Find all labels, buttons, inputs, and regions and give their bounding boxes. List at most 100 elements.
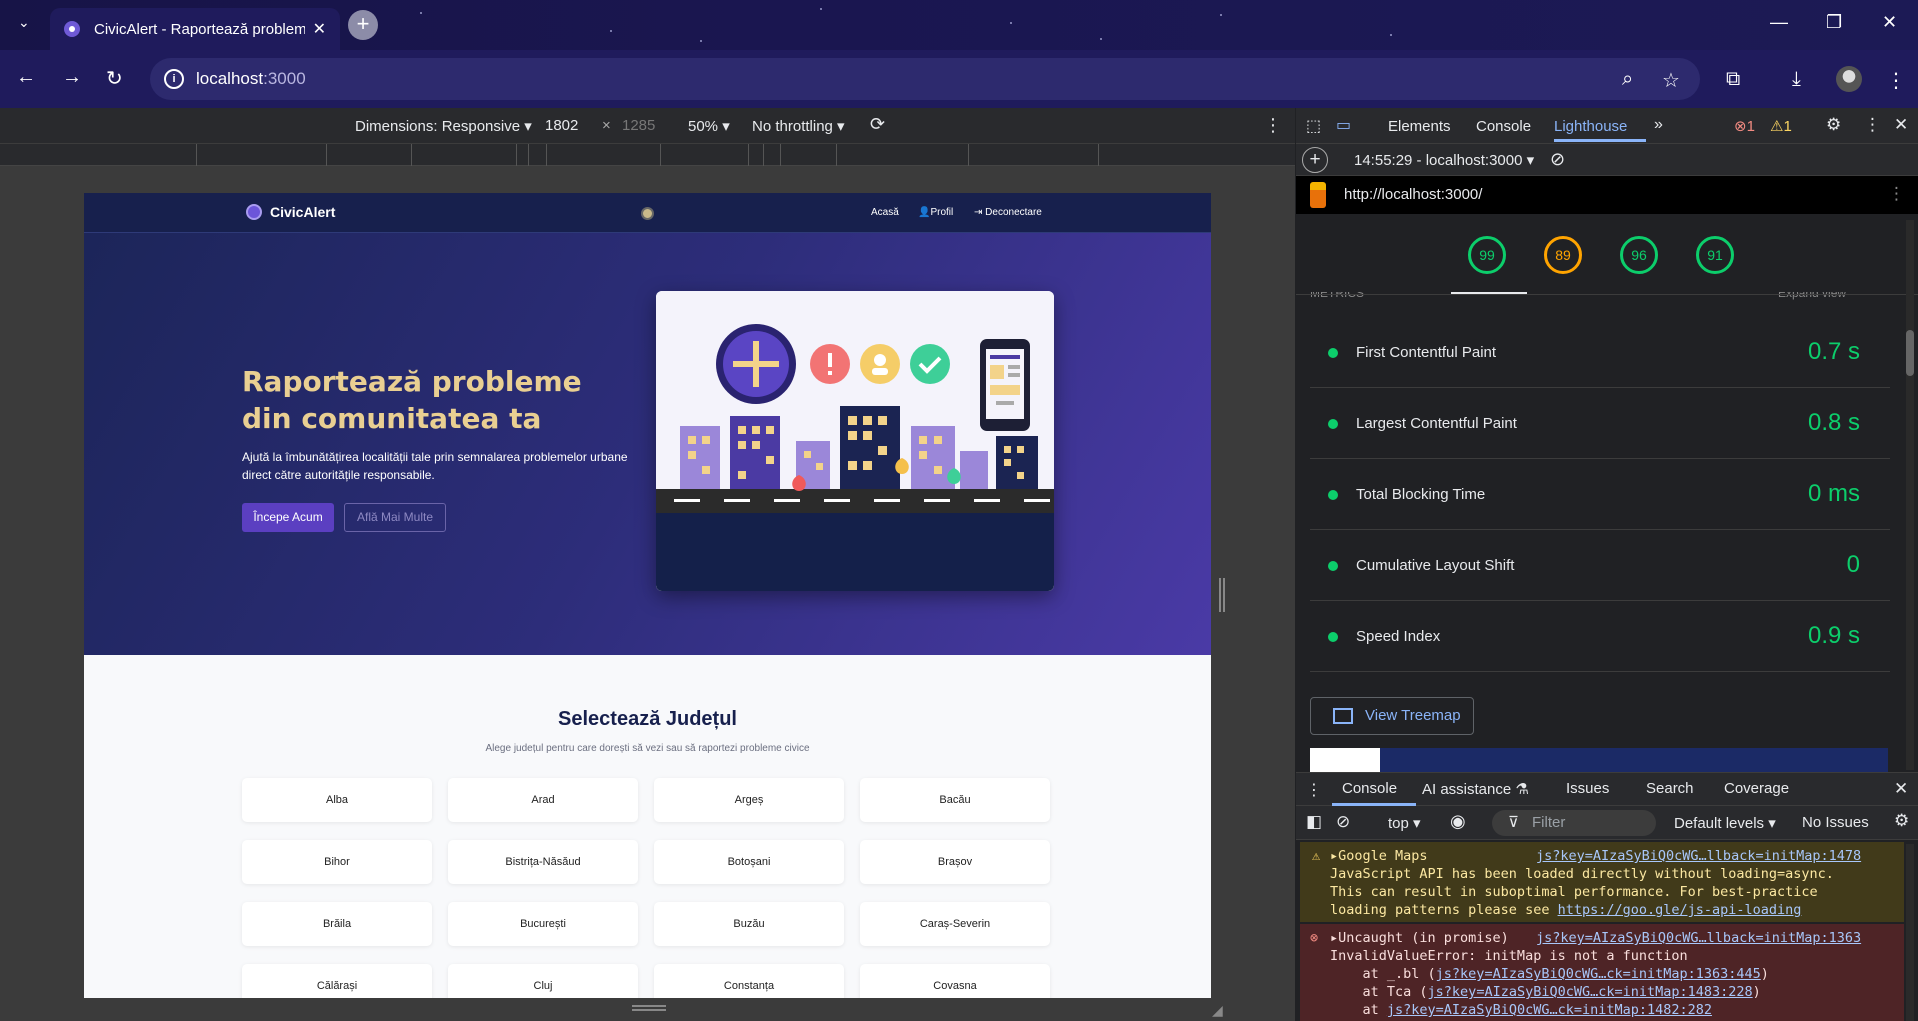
drawer-tab-coverage[interactable]: Coverage: [1724, 780, 1789, 797]
tab-close-icon[interactable]: ✕: [313, 19, 326, 39]
close-drawer-icon[interactable]: ✕: [1894, 779, 1908, 799]
tab-console[interactable]: Console: [1476, 118, 1531, 135]
metric-row[interactable]: First Contentful Paint 0.7 s: [1310, 318, 1890, 388]
devtools-menu-icon[interactable]: ⋮: [1864, 115, 1881, 135]
corner-resize-icon[interactable]: ◢: [1212, 1002, 1223, 1019]
drawer-tab-issues[interactable]: Issues: [1566, 780, 1609, 797]
width-input[interactable]: 1802: [545, 117, 578, 134]
media-query-ruler[interactable]: [0, 144, 1295, 166]
score-gauge-best-practices[interactable]: 96: [1620, 236, 1658, 274]
error-source-link[interactable]: js?key=AIzaSyBiQ0cWG…llback=initMap:1363: [1536, 930, 1861, 946]
reload-icon[interactable]: ↻: [106, 66, 123, 91]
extensions-icon[interactable]: ⧉: [1726, 68, 1740, 91]
view-treemap-button[interactable]: View Treemap: [1310, 697, 1474, 735]
tab-lighthouse[interactable]: Lighthouse: [1554, 118, 1627, 135]
scrollbar-thumb[interactable]: [1906, 330, 1914, 376]
drawer-menu-icon[interactable]: ⋮: [1306, 780, 1322, 800]
audited-url[interactable]: http://localhost:3000/: [1344, 186, 1482, 203]
restore-icon[interactable]: ❐: [1826, 12, 1842, 33]
expand-view-toggle[interactable]: Expand view: [1778, 292, 1846, 300]
browser-tab[interactable]: CivicAlert - Raportează probleme ✕: [50, 8, 340, 50]
minimize-icon[interactable]: —: [1770, 12, 1788, 33]
warning-count[interactable]: ⚠1: [1770, 117, 1792, 135]
clear-reports-icon[interactable]: ⊘: [1550, 149, 1565, 170]
county-card[interactable]: Botoșani: [654, 840, 844, 884]
score-gauge-accessibility[interactable]: 89: [1544, 236, 1582, 274]
close-devtools-icon[interactable]: ✕: [1894, 115, 1908, 135]
error-count[interactable]: ⊗1: [1734, 117, 1755, 135]
eye-icon[interactable]: ◉: [1450, 811, 1466, 832]
stack-frame-2-link[interactable]: js?key=AIzaSyBiQ0cWG…ck=initMap:1483:228: [1428, 984, 1753, 1000]
county-card[interactable]: Bistrița-Năsăud: [448, 840, 638, 884]
start-now-button[interactable]: Începe Acum: [242, 503, 334, 532]
metric-row[interactable]: Largest Contentful Paint 0.8 s: [1310, 389, 1890, 459]
site-info-icon[interactable]: i: [164, 69, 184, 89]
county-card[interactable]: Covasna: [860, 964, 1050, 998]
county-card[interactable]: Buzău: [654, 902, 844, 946]
county-card[interactable]: Caraș-Severin: [860, 902, 1050, 946]
report-select[interactable]: 14:55:29 - localhost:3000 ▾: [1354, 151, 1534, 169]
nav-logout[interactable]: ⇥ Deconectare: [974, 207, 1042, 218]
issues-count[interactable]: No Issues: [1802, 814, 1869, 831]
clear-console-icon[interactable]: ⊘: [1336, 812, 1350, 832]
browser-menu-icon[interactable]: ⋮: [1886, 68, 1906, 93]
forward-icon[interactable]: →: [62, 66, 82, 89]
tab-search-icon[interactable]: ⌄: [18, 14, 30, 31]
back-icon[interactable]: ←: [16, 66, 36, 89]
county-card[interactable]: Constanța: [654, 964, 844, 998]
viewport-resize-handle-bottom[interactable]: [632, 1005, 666, 1011]
tab-elements[interactable]: Elements: [1388, 118, 1451, 135]
download-icon[interactable]: ⤓: [1792, 68, 1801, 91]
throttling-select[interactable]: No throttling ▾: [752, 117, 845, 135]
zoom-icon[interactable]: ⌕: [1622, 68, 1633, 91]
county-card[interactable]: Brăila: [242, 902, 432, 946]
log-levels-select[interactable]: Default levels ▾: [1674, 814, 1776, 832]
metric-row[interactable]: Speed Index 0.9 s: [1310, 602, 1890, 672]
device-toggle-icon[interactable]: ▭: [1336, 115, 1351, 135]
inspect-element-icon[interactable]: ⬚: [1306, 116, 1321, 136]
county-card[interactable]: Bihor: [242, 840, 432, 884]
console-error[interactable]: ⊗ ▸Uncaught (in promise) js?key=AIzaSyBi…: [1300, 924, 1904, 1021]
county-card[interactable]: Alba: [242, 778, 432, 822]
height-input[interactable]: 1285: [622, 117, 655, 134]
new-report-icon[interactable]: +: [1302, 147, 1328, 173]
county-card[interactable]: Cluj: [448, 964, 638, 998]
stack-frame-3-link[interactable]: js?key=AIzaSyBiQ0cWG…ck=initMap:1482:282: [1387, 1002, 1712, 1018]
rotate-icon[interactable]: ⟳: [870, 114, 885, 135]
viewport-resize-handle-right[interactable]: [1219, 578, 1225, 612]
url-text[interactable]: localhost:3000: [196, 69, 306, 89]
console-warning[interactable]: ⚠ ▸Google Maps js?key=AIzaSyBiQ0cWG…llba…: [1300, 842, 1904, 922]
device-more-icon[interactable]: ⋮: [1264, 115, 1282, 136]
nav-home[interactable]: Acasă: [871, 207, 899, 218]
warning-docs-link[interactable]: https://goo.gle/js-api-loading: [1558, 902, 1802, 918]
nav-profile[interactable]: 👤Profil: [918, 207, 953, 218]
sidebar-toggle-icon[interactable]: ◧: [1306, 812, 1322, 832]
county-card[interactable]: Bacău: [860, 778, 1050, 822]
close-window-icon[interactable]: ✕: [1882, 12, 1897, 33]
metric-row[interactable]: Total Blocking Time 0 ms: [1310, 460, 1890, 530]
more-tabs-icon[interactable]: »: [1654, 116, 1663, 134]
score-gauge-performance[interactable]: 99: [1468, 236, 1506, 274]
drawer-tab-ai[interactable]: AI assistance ⚗: [1422, 780, 1529, 798]
settings-gear-icon[interactable]: ⚙: [1826, 115, 1841, 135]
learn-more-button[interactable]: Află Mai Multe: [344, 503, 446, 532]
metric-row[interactable]: Cumulative Layout Shift 0: [1310, 531, 1890, 601]
console-settings-icon[interactable]: ⚙: [1894, 811, 1909, 831]
county-card[interactable]: Argeș: [654, 778, 844, 822]
stack-frame-1-link[interactable]: js?key=AIzaSyBiQ0cWG…ck=initMap:1363:445: [1436, 966, 1761, 982]
zoom-select[interactable]: 50% ▾: [688, 117, 730, 135]
profile-avatar[interactable]: [1836, 66, 1862, 92]
bookmark-star-icon[interactable]: ☆: [1662, 68, 1680, 93]
console-scrollbar[interactable]: [1906, 844, 1914, 1021]
county-card[interactable]: Arad: [448, 778, 638, 822]
county-card[interactable]: Brașov: [860, 840, 1050, 884]
context-select[interactable]: top ▾: [1388, 814, 1421, 832]
report-scrollbar[interactable]: [1906, 220, 1914, 770]
dimensions-select[interactable]: Dimensions: Responsive ▾: [355, 117, 532, 135]
county-card[interactable]: Călărași: [242, 964, 432, 998]
score-gauge-seo[interactable]: 91: [1696, 236, 1734, 274]
county-card[interactable]: București: [448, 902, 638, 946]
address-bar[interactable]: [150, 58, 1700, 100]
report-menu-icon[interactable]: ⋮: [1888, 184, 1905, 204]
drawer-tab-search[interactable]: Search: [1646, 780, 1694, 797]
